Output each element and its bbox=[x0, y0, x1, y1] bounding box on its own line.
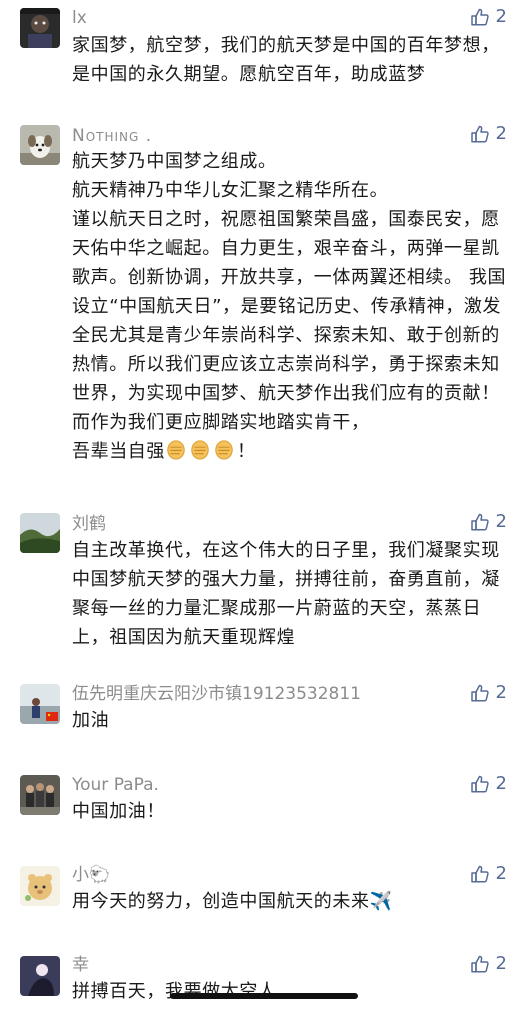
fist-emoji-icon bbox=[167, 440, 185, 460]
comment-text: 拼搏百天，我要做太空人 bbox=[72, 977, 512, 1006]
like-count: 2 bbox=[495, 863, 507, 884]
comment-paragraph: 家国梦，航空梦，我们的航天梦是中国的百年梦想，是中国的永久期望。愿航空百年，助成… bbox=[72, 35, 500, 85]
comment-paragraph: 自主改革换代，在这个伟大的日子里，我们凝聚实现中国梦航天梦的强大力量，拼搏往前，… bbox=[72, 540, 500, 648]
like-button[interactable]: 2 bbox=[470, 683, 507, 703]
dog-avatar[interactable] bbox=[20, 125, 60, 165]
comment-paragraph: 航天精神乃中华儿女汇聚之精华所在。 bbox=[72, 180, 389, 201]
thumbs-up-icon bbox=[470, 684, 489, 702]
like-count: 2 bbox=[495, 773, 507, 794]
comment-last-line-text: 吾辈当自强 bbox=[72, 441, 165, 462]
thumbs-up-icon bbox=[470, 775, 489, 793]
comment-text: 自主改革换代，在这个伟大的日子里，我们凝聚实现中国梦航天梦的强大力量，拼搏往前，… bbox=[72, 536, 512, 652]
like-button[interactable]: 2 bbox=[470, 512, 507, 532]
fist-emoji-icon bbox=[215, 440, 233, 460]
comment-text: 加油 bbox=[72, 706, 512, 735]
flag-person-avatar[interactable] bbox=[20, 684, 60, 724]
home-indicator[interactable] bbox=[170, 993, 358, 999]
like-count: 2 bbox=[495, 511, 507, 532]
comment-author-name[interactable]: 刘鹤 bbox=[72, 514, 106, 534]
like-button[interactable]: 2 bbox=[470, 954, 507, 974]
landscape-avatar[interactable] bbox=[20, 513, 60, 553]
comment-author-name[interactable]: Your PaPa. bbox=[72, 775, 159, 795]
comment-paragraph: 用今天的努力，创造中国航天的未来✈️ bbox=[72, 891, 393, 912]
comment-paragraph: 拼搏百天，我要做太空人 bbox=[72, 981, 277, 1002]
like-count: 2 bbox=[495, 123, 507, 144]
silhouette-avatar[interactable] bbox=[20, 956, 60, 996]
comment-last-line-end: ！ bbox=[237, 441, 256, 462]
comment-text: 航天梦乃中国梦之组成。 航天精神乃中华儿女汇聚之精华所在。 谨以航天日之时，祝愿… bbox=[72, 147, 512, 466]
comment-paragraph: 谨以航天日之时，祝愿祖国繁荣昌盛，国泰民安，愿天佑中华之崛起。自力更生，艰辛奋斗… bbox=[72, 209, 507, 433]
like-count: 2 bbox=[495, 6, 507, 27]
group-photo-avatar[interactable] bbox=[20, 775, 60, 815]
dark-portrait-avatar[interactable] bbox=[20, 8, 60, 48]
thumbs-up-icon bbox=[470, 125, 489, 143]
thumbs-up-icon bbox=[470, 865, 489, 883]
like-button[interactable]: 2 bbox=[470, 864, 507, 884]
like-button[interactable]: 2 bbox=[470, 774, 507, 794]
comment-author-name[interactable]: 幸 bbox=[72, 955, 89, 975]
thumbs-up-icon bbox=[470, 955, 489, 973]
comment-author-name[interactable]: 小🐑 bbox=[72, 865, 110, 885]
comment-author-name[interactable]: Nothing . bbox=[72, 126, 152, 146]
comment-author-name[interactable]: lx bbox=[72, 8, 87, 28]
like-count: 2 bbox=[495, 682, 507, 703]
like-count: 2 bbox=[495, 953, 507, 974]
comment-last-line: 吾辈当自强 ！ bbox=[72, 437, 512, 466]
like-button[interactable]: 2 bbox=[470, 124, 507, 144]
thumbs-up-icon bbox=[470, 8, 489, 26]
thumbs-up-icon bbox=[470, 513, 489, 531]
comment-author-name[interactable]: 伍先明重庆云阳沙市镇19123532811 bbox=[72, 684, 361, 704]
comment-paragraph: 加油 bbox=[72, 710, 110, 731]
comment-paragraph: 航天梦乃中国梦之组成。 bbox=[72, 151, 277, 172]
fist-emoji-icon bbox=[191, 440, 209, 460]
comment-text: 用今天的努力，创造中国航天的未来✈️ bbox=[72, 887, 512, 916]
comment-text: 中国加油！ bbox=[72, 797, 512, 826]
cartoon-avatar[interactable] bbox=[20, 866, 60, 906]
comment-paragraph: 中国加油！ bbox=[72, 801, 165, 822]
comment-text: 家国梦，航空梦，我们的航天梦是中国的百年梦想，是中国的永久期望。愿航空百年，助成… bbox=[72, 31, 512, 89]
like-button[interactable]: 2 bbox=[470, 7, 507, 27]
